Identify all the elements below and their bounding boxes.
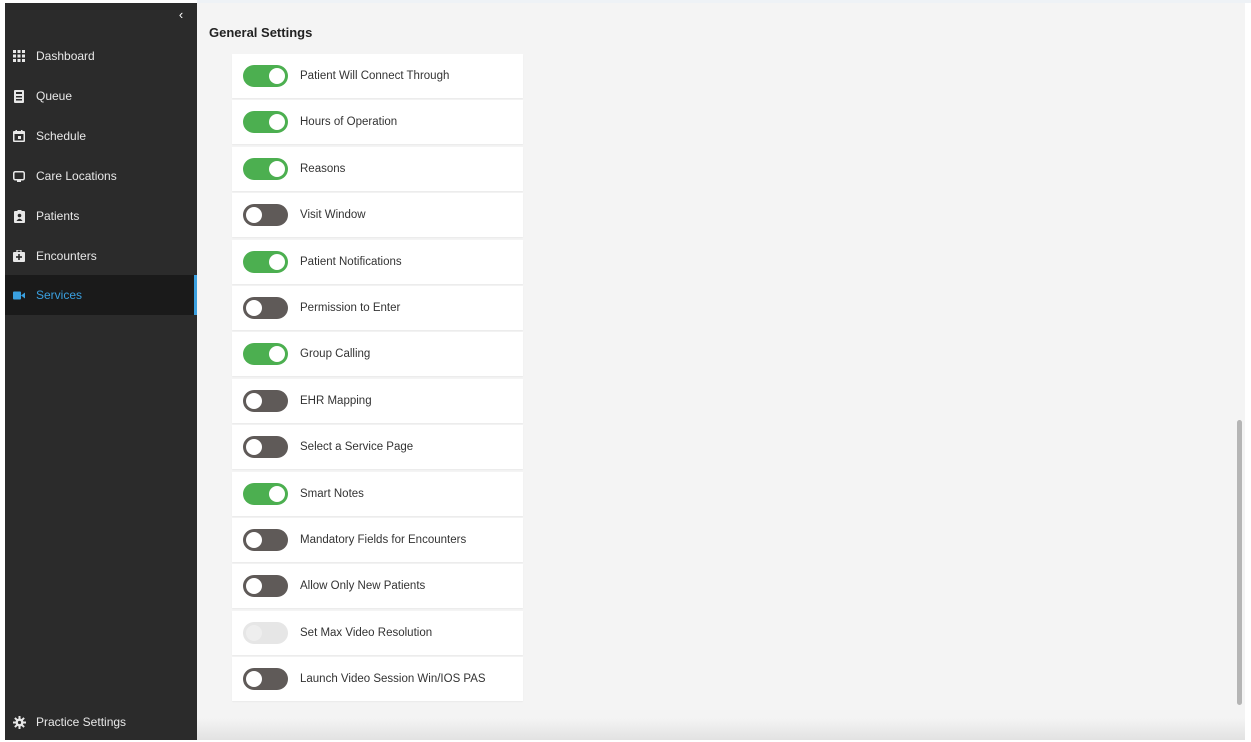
toggle-switch[interactable] (243, 343, 288, 366)
gear-icon (12, 715, 26, 729)
sidebar-item-label: Services (36, 288, 83, 302)
sidebar-item-dashboard[interactable]: Dashboard (5, 36, 197, 76)
setting-label: Mandatory Fields for Encounters (300, 533, 467, 546)
sidebar-item-practice-settings[interactable]: Practice Settings (5, 702, 197, 742)
toggle-knob (269, 346, 285, 363)
setting-row: Allow Only New Patients (232, 564, 523, 609)
setting-row: Smart Notes (232, 471, 523, 516)
toggle-switch[interactable] (243, 296, 288, 319)
toggle-switch[interactable] (243, 528, 288, 551)
toggle-switch[interactable] (243, 668, 288, 691)
setting-row: Patient Will Connect Through (232, 54, 523, 98)
setting-label: Visit Window (300, 209, 366, 222)
setting-label: Allow Only New Patients (300, 580, 426, 593)
scrollbar-track[interactable] (1235, 3, 1245, 740)
calendar-icon (12, 129, 26, 143)
setting-row: Visit Window (232, 193, 523, 238)
sidebar-item-label: Practice Settings (36, 715, 127, 729)
setting-label: EHR Mapping (300, 394, 372, 407)
toggle-switch[interactable] (243, 389, 288, 412)
bottom-edge (197, 718, 1245, 740)
medical-case-icon (12, 249, 26, 263)
sidebar-item-label: Schedule (36, 129, 87, 143)
sidebar-item-label: Queue (36, 89, 73, 103)
toggle-switch[interactable] (243, 204, 288, 227)
monitor-icon (12, 169, 26, 183)
toggle-knob (269, 114, 285, 131)
toggle-switch[interactable] (243, 157, 288, 180)
sidebar-item-schedule[interactable]: Schedule (5, 116, 197, 156)
setting-row: Launch Video Session Win/IOS PAS (232, 657, 523, 702)
toggle-switch[interactable] (243, 436, 288, 459)
toggle-knob (269, 160, 285, 177)
setting-row: Group Calling (232, 332, 523, 377)
setting-row: Reasons (232, 146, 523, 191)
queue-icon (12, 89, 26, 103)
toggle-knob (246, 671, 262, 688)
toggle-knob (246, 299, 262, 316)
settings-list: Patient Will Connect Through Hours of Ope… (232, 54, 523, 703)
toggle-knob (246, 578, 262, 595)
toggle-switch[interactable] (243, 482, 288, 505)
sidebar-item-encounters[interactable]: Encounters (5, 236, 197, 276)
collapse-sidebar-button[interactable]: ‹ (173, 7, 189, 23)
sidebar-item-care-locations[interactable]: Care Locations (5, 156, 197, 196)
setting-label: Group Calling (300, 348, 371, 361)
main-content: General Settings Patient Will Connect Th… (197, 3, 1245, 740)
setting-label: Patient Notifications (300, 255, 402, 268)
setting-label: Set Max Video Resolution (300, 626, 433, 639)
setting-label: Launch Video Session Win/IOS PAS (300, 673, 486, 686)
setting-label: Reasons (300, 162, 346, 175)
page-title: General Settings (209, 25, 313, 40)
sidebar-item-queue[interactable]: Queue (5, 76, 197, 116)
setting-row: Hours of Operation (232, 100, 523, 145)
setting-row: Patient Notifications (232, 239, 523, 284)
patient-badge-icon (12, 209, 26, 223)
setting-label: Permission to Enter (300, 301, 401, 314)
toggle-knob (269, 485, 285, 502)
toggle-switch[interactable] (243, 575, 288, 598)
sidebar-item-label: Encounters (36, 249, 97, 263)
setting-label: Hours of Operation (300, 116, 398, 129)
toggle-switch[interactable] (243, 65, 288, 87)
sidebar-item-label: Care Locations (36, 169, 117, 183)
toggle-knob (269, 253, 285, 270)
grid-icon (12, 49, 26, 63)
sidebar: ‹ Dashboard Queue Schedule Care Location… (5, 3, 197, 740)
toggle-knob (246, 392, 262, 409)
toggle-knob (246, 207, 262, 224)
sidebar-item-services[interactable]: Services (5, 275, 197, 315)
setting-row: EHR Mapping (232, 378, 523, 423)
toggle-knob (246, 439, 262, 456)
toggle-switch[interactable] (243, 111, 288, 134)
setting-label: Patient Will Connect Through (300, 70, 450, 82)
sidebar-item-patients[interactable]: Patients (5, 196, 197, 236)
setting-row: Select a Service Page (232, 425, 523, 470)
sidebar-item-label: Patients (36, 209, 80, 223)
scrollbar-thumb[interactable] (1237, 420, 1242, 705)
video-camera-icon (12, 288, 26, 302)
setting-label: Smart Notes (300, 487, 364, 500)
toggle-switch[interactable] (243, 250, 288, 273)
toggle-switch (243, 621, 288, 644)
toggle-knob (269, 68, 285, 84)
sidebar-item-label: Dashboard (36, 49, 95, 63)
setting-row: Mandatory Fields for Encounters (232, 517, 523, 562)
setting-row: Set Max Video Resolution (232, 610, 523, 655)
toggle-knob (246, 531, 262, 548)
setting-row: Permission to Enter (232, 285, 523, 330)
toggle-knob (246, 624, 262, 641)
setting-label: Select a Service Page (300, 441, 414, 454)
